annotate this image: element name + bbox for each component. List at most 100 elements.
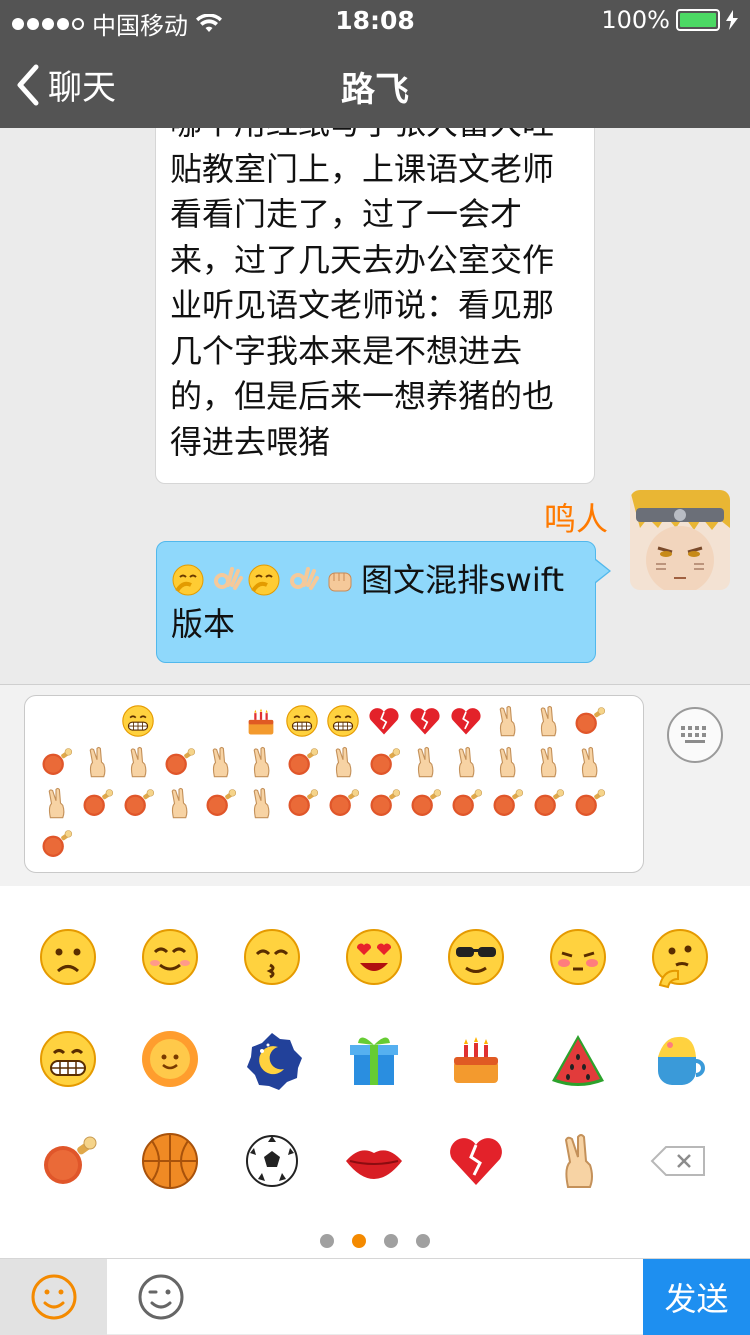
emoji-sunglasses[interactable] [426, 906, 526, 1008]
victory-icon [486, 741, 527, 782]
shy-icon [35, 700, 76, 741]
ok-hand-icon [285, 563, 319, 597]
backspace-icon [650, 1146, 705, 1176]
navigation-bar: 聊天 路飞 [0, 40, 750, 128]
emoji-blush[interactable] [528, 906, 628, 1008]
pingpong-icon [44, 1136, 97, 1184]
victory-icon [117, 741, 158, 782]
message-list[interactable]: 哪个用红纸写了张大富大旺贴教室门上，上课语文老师看看门走了，过了一会才来，过了几… [0, 128, 750, 684]
pingpong-icon [445, 782, 486, 823]
victory-icon [240, 741, 281, 782]
keyboard-icon [681, 726, 706, 743]
pingpong-icon [281, 741, 322, 782]
delete-button[interactable] [630, 1110, 730, 1212]
page-dot-3[interactable] [384, 1234, 398, 1248]
victory-icon [564, 1134, 593, 1188]
watermelon-icon [552, 1035, 604, 1086]
pingpong-icon [322, 782, 363, 823]
avatar[interactable] [630, 490, 730, 590]
input-area [0, 684, 750, 886]
victory-icon [404, 741, 445, 782]
moon-icon [247, 1033, 302, 1090]
pingpong-icon [35, 823, 76, 864]
page-dot-4[interactable] [416, 1234, 430, 1248]
page-dot-2[interactable] [352, 1234, 366, 1248]
message-bubble-incoming[interactable]: 哪个用红纸写了张大富大旺贴教室门上，上课语文老师看看门走了，过了一会才来，过了几… [155, 128, 595, 484]
emoji-smile[interactable] [120, 906, 220, 1008]
victory-icon [76, 741, 117, 782]
shy-emoji-icon [247, 563, 281, 597]
message-text: 哪个用红纸写了张大富大旺贴教室门上，上课语文老师看看门走了，过了一会才来，过了几… [170, 128, 555, 461]
emoji-coffee[interactable] [630, 1008, 730, 1110]
pingpong-icon [568, 782, 609, 823]
coffee-icon [658, 1036, 705, 1085]
emoji-basketball[interactable] [120, 1110, 220, 1212]
pingpong-icon [117, 782, 158, 823]
smile-icon [142, 929, 198, 985]
thinking-icon [652, 929, 708, 989]
pingpong-icon [404, 782, 445, 823]
emoji-panel [0, 886, 750, 1258]
emoji-moon[interactable] [222, 1008, 322, 1110]
keyboard-toggle-button[interactable] [667, 707, 723, 763]
emoji-kiss[interactable] [222, 906, 322, 1008]
pingpong-icon [281, 782, 322, 823]
sender-name: 鸣人 [543, 500, 608, 538]
victory-icon [322, 741, 363, 782]
page-dot-1[interactable] [320, 1234, 334, 1248]
pingpong-icon [158, 741, 199, 782]
basketball-icon [142, 1133, 198, 1189]
emoji-watermelon[interactable] [528, 1008, 628, 1110]
pingpong-icon [199, 782, 240, 823]
send-button[interactable]: 发送 [643, 1259, 750, 1335]
soccer-icon [246, 1135, 298, 1187]
emoji-victory[interactable] [528, 1110, 628, 1212]
pingpong-icon [363, 741, 404, 782]
emoji-grin[interactable] [18, 1008, 118, 1110]
broken-heart-icon [445, 700, 486, 741]
message-bubble-outgoing[interactable]: 图文混排swift版本 [156, 541, 611, 663]
emoji-soccer[interactable] [222, 1110, 322, 1212]
pingpong-icon [35, 741, 76, 782]
page-indicator[interactable] [0, 1234, 750, 1248]
kiss-icon [244, 929, 300, 985]
smiley-outline-icon [31, 1274, 76, 1320]
grin-icon [322, 700, 363, 741]
status-bar: 中国移动 18:08 100% [0, 0, 750, 40]
pingpong-icon [527, 782, 568, 823]
victory-icon [35, 782, 76, 823]
broken-heart-icon [450, 1138, 502, 1185]
victory-icon [158, 782, 199, 823]
emoji-thinking[interactable] [630, 906, 730, 1008]
pingpong-icon [486, 782, 527, 823]
sunglasses-icon [448, 929, 504, 985]
wink-outline-icon [138, 1274, 183, 1320]
grin-icon [40, 1031, 96, 1087]
emoji-tab-default[interactable] [0, 1259, 107, 1335]
emoji-heart-eyes[interactable] [324, 906, 424, 1008]
shy-icon [158, 700, 199, 741]
emoji-lips[interactable] [324, 1110, 424, 1212]
pingpong-icon [568, 700, 609, 741]
blush-icon [550, 929, 606, 985]
emoji-broken-heart[interactable] [426, 1110, 526, 1212]
emoji-pingpong[interactable] [18, 1110, 118, 1212]
sun-icon [142, 1031, 198, 1087]
emoji-gift[interactable] [324, 1008, 424, 1110]
emoji-tab-alternate[interactable] [107, 1259, 214, 1335]
emoji-sad[interactable] [18, 906, 118, 1008]
fist-icon [76, 700, 117, 741]
shy-icon [199, 700, 240, 741]
message-input[interactable] [24, 695, 644, 873]
victory-icon [486, 700, 527, 741]
gift-icon [350, 1037, 398, 1085]
grin-icon [117, 700, 158, 741]
sad-icon [40, 929, 96, 985]
lips-icon [346, 1150, 402, 1179]
pingpong-icon [76, 782, 117, 823]
emoji-sun[interactable] [120, 1008, 220, 1110]
fist-icon [323, 563, 357, 597]
emoji-cake[interactable] [426, 1008, 526, 1110]
victory-icon [527, 741, 568, 782]
victory-icon [445, 741, 486, 782]
